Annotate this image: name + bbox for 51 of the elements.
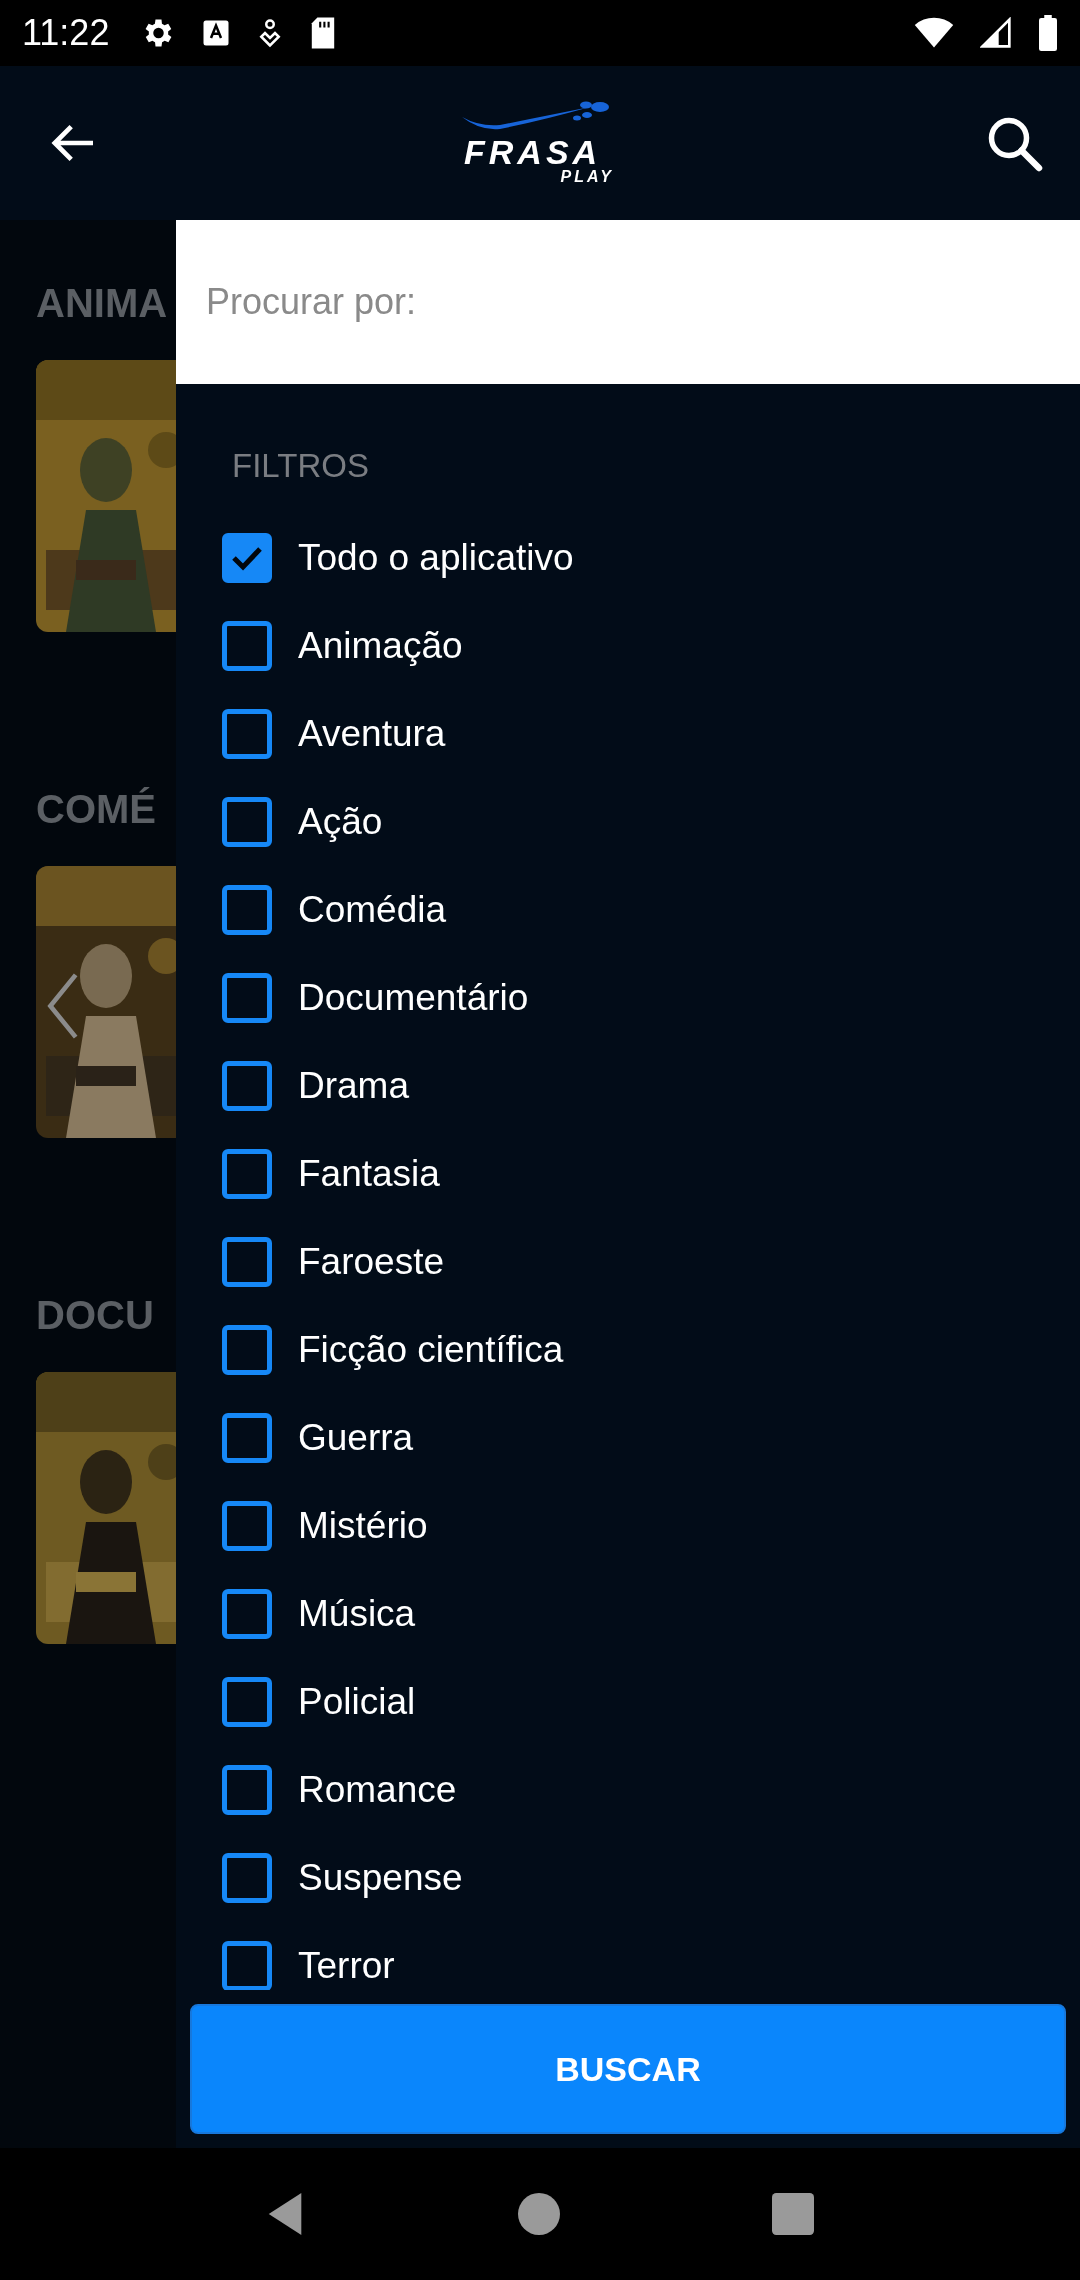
filter-label: Suspense <box>298 1857 463 1899</box>
filter-label: Faroeste <box>298 1241 444 1283</box>
battery-icon <box>1038 15 1058 51</box>
checkbox[interactable] <box>222 533 272 583</box>
checkbox[interactable] <box>222 1765 272 1815</box>
filter-label: Ação <box>298 801 383 843</box>
checkbox[interactable] <box>222 1413 272 1463</box>
filter-label: Romance <box>298 1769 457 1811</box>
logo-wordmark: FRASA <box>464 135 602 169</box>
filter-label: Ficção científica <box>298 1329 564 1371</box>
checkbox[interactable] <box>222 1237 272 1287</box>
checkbox[interactable] <box>222 797 272 847</box>
filter-label: Comédia <box>298 889 447 931</box>
search-submit-button[interactable]: BUSCAR <box>190 2004 1066 2134</box>
filter-label: Mistério <box>298 1505 428 1547</box>
checkbox[interactable] <box>222 1149 272 1199</box>
checkmark-icon <box>231 545 263 571</box>
filter-label: Animação <box>298 625 463 667</box>
filter-label: Drama <box>298 1065 410 1107</box>
checkbox[interactable] <box>222 1677 272 1727</box>
filter-label: Terror <box>298 1945 395 1987</box>
checkbox[interactable] <box>222 1061 272 1111</box>
wifi-icon <box>914 17 954 49</box>
section-title: ANIMA <box>36 280 168 327</box>
checkbox[interactable] <box>222 1853 272 1903</box>
filters-heading: FILTROS <box>232 446 370 486</box>
filter-label: Fantasia <box>298 1153 440 1195</box>
filter-label: Documentário <box>298 977 529 1019</box>
logo-tagline: PLAY <box>560 169 614 185</box>
filter-label: Aventura <box>298 713 446 755</box>
checkbox[interactable] <box>222 1941 272 1990</box>
section-title: COMÉ <box>36 786 156 833</box>
section-title: DOCU <box>36 1292 154 1339</box>
checkbox[interactable] <box>222 885 272 935</box>
arrow-left-icon <box>50 123 96 163</box>
search-field[interactable]: Procurar por: <box>176 220 1080 384</box>
home-nav-icon[interactable] <box>518 2193 560 2235</box>
signal-icon <box>980 17 1012 49</box>
checkbox[interactable] <box>222 621 272 671</box>
back-button[interactable] <box>50 123 96 163</box>
filter-label: Todo o aplicativo <box>298 537 574 579</box>
checkbox[interactable] <box>222 709 272 759</box>
filter-label: Música <box>298 1593 416 1635</box>
checkbox[interactable] <box>222 1589 272 1639</box>
checkbox[interactable] <box>222 1501 272 1551</box>
filter-label: Guerra <box>298 1417 414 1459</box>
keyboard-icon <box>201 18 232 48</box>
clock: 11:22 <box>22 12 110 54</box>
checkbox[interactable] <box>222 973 272 1023</box>
checkbox[interactable] <box>222 1325 272 1375</box>
filter-label: Policial <box>298 1681 416 1723</box>
